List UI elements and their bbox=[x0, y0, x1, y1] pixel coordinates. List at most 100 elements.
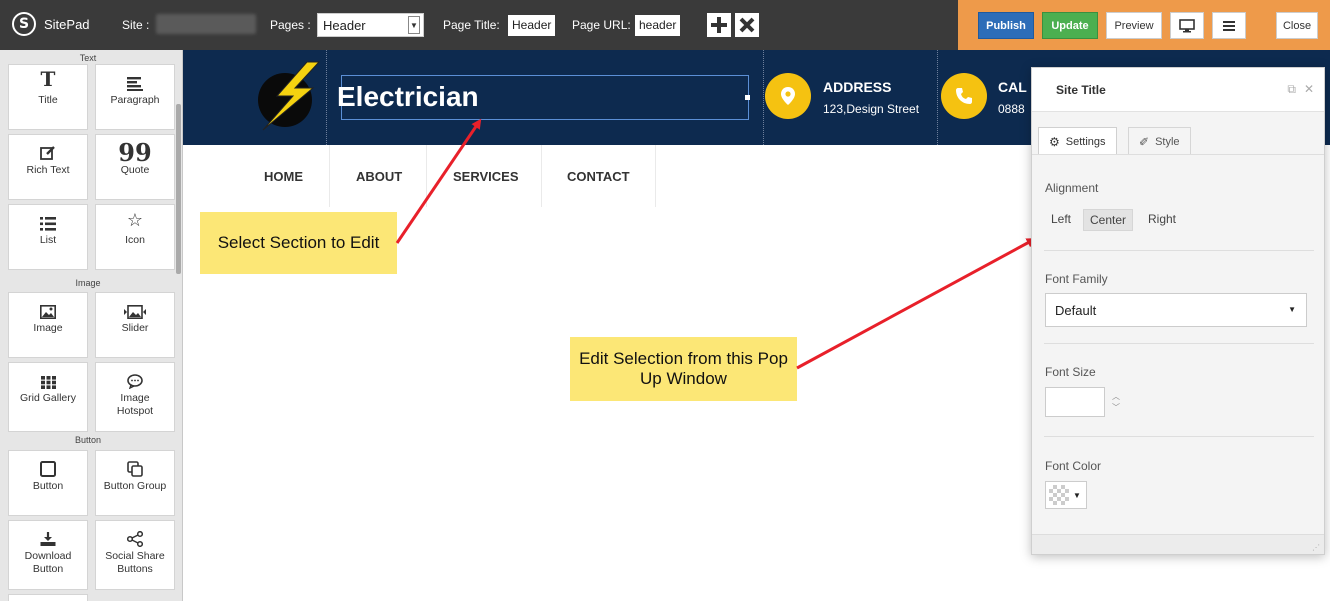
widget-quote[interactable]: 99 Quote bbox=[95, 134, 175, 200]
site-title-popup: Site Title ⧉ ✕ ⚙ Settings ✐ Style Alignme… bbox=[1031, 67, 1325, 555]
nav-divider bbox=[329, 145, 330, 207]
title-icon: T bbox=[40, 67, 56, 91]
page-title-field[interactable]: Header bbox=[508, 15, 556, 36]
align-left-option[interactable]: Left bbox=[1045, 209, 1077, 229]
delete-page-button[interactable] bbox=[735, 13, 759, 37]
popup-header[interactable]: Site Title ⧉ ✕ bbox=[1032, 68, 1324, 112]
pages-select[interactable]: Header ▼ bbox=[317, 13, 424, 37]
divider bbox=[1044, 436, 1314, 437]
site-name-redacted[interactable] bbox=[156, 14, 256, 34]
sitepad-logo[interactable]: S SitePad bbox=[12, 12, 90, 36]
pages-select-value: Header bbox=[323, 17, 366, 33]
widget-label: Paragraph bbox=[110, 94, 160, 106]
sitepad-editor: S SitePad Site : Pages : Header ▼ Page T… bbox=[0, 0, 1330, 601]
section-title-text: Text bbox=[79, 53, 97, 63]
tab-style[interactable]: ✐ Style bbox=[1128, 127, 1191, 155]
address-value: 123,Design Street bbox=[823, 102, 920, 116]
menu-button[interactable] bbox=[1212, 12, 1246, 39]
widget-label: Button Group bbox=[103, 480, 167, 492]
nav-services[interactable]: SERVICES bbox=[453, 169, 519, 184]
desktop-view-button[interactable] bbox=[1170, 12, 1204, 39]
align-center-option[interactable]: Center bbox=[1083, 209, 1134, 231]
widget-button[interactable]: Button bbox=[8, 450, 88, 516]
preview-button[interactable]: Preview bbox=[1106, 12, 1162, 39]
page-url-label: Page URL: bbox=[572, 18, 631, 32]
widget-button-group[interactable]: Button Group bbox=[95, 450, 175, 516]
chevron-down-icon[interactable]: ﹀ bbox=[1112, 402, 1120, 413]
chevron-up-icon[interactable]: ︿ bbox=[1112, 391, 1120, 402]
popup-header-icons: ⧉ ✕ bbox=[1287, 82, 1314, 97]
tab-settings[interactable]: ⚙ Settings bbox=[1038, 127, 1117, 155]
widget-slider[interactable]: Slider bbox=[95, 292, 175, 358]
widget-label: Title bbox=[38, 94, 58, 106]
map-pin-icon bbox=[781, 87, 795, 105]
grid-icon bbox=[40, 363, 56, 389]
widget-label: Social Share Buttons bbox=[105, 550, 165, 575]
sitepad-logo-icon: S bbox=[12, 12, 36, 36]
gear-icon: ⚙ bbox=[1049, 134, 1060, 149]
image-icon bbox=[40, 293, 56, 319]
monitor-icon bbox=[1179, 18, 1195, 32]
nav-divider bbox=[541, 145, 542, 207]
font-color-picker[interactable]: ▼ bbox=[1045, 481, 1087, 509]
tab-baseline bbox=[1032, 154, 1324, 155]
widget-grid-gallery[interactable]: Grid Gallery bbox=[8, 362, 88, 432]
star-icon: ☆ bbox=[126, 210, 144, 231]
font-color-label: Font Color bbox=[1045, 459, 1102, 473]
edit-icon bbox=[40, 135, 56, 161]
callout-select-section: Select Section to Edit bbox=[200, 212, 397, 274]
plus-icon bbox=[711, 17, 727, 33]
nav-about[interactable]: ABOUT bbox=[356, 169, 402, 184]
site-label: Site : bbox=[122, 18, 150, 32]
widget-rich-text[interactable]: Rich Text bbox=[8, 134, 88, 200]
font-family-select[interactable]: Default ▼ bbox=[1045, 293, 1307, 327]
site-title[interactable]: Electrician bbox=[337, 81, 479, 113]
nav-contact[interactable]: CONTACT bbox=[567, 169, 630, 184]
resize-handle[interactable] bbox=[745, 95, 750, 100]
widget-image[interactable]: Image bbox=[8, 292, 88, 358]
hamburger-icon bbox=[1223, 20, 1235, 31]
widget-image-hotspot[interactable]: Image Hotspot bbox=[95, 362, 175, 432]
close-icon[interactable]: ✕ bbox=[1304, 82, 1314, 96]
font-size-label: Font Size bbox=[1045, 365, 1096, 379]
align-right-option[interactable]: Right bbox=[1142, 209, 1182, 229]
page-title-label: Page Title: bbox=[443, 18, 500, 32]
phone-icon bbox=[956, 88, 972, 104]
publish-button[interactable]: Publish bbox=[978, 12, 1034, 39]
widget-paragraph[interactable]: Paragraph bbox=[95, 64, 175, 130]
resize-grip-icon[interactable]: ⋰ bbox=[1312, 543, 1320, 552]
widget-label: Image bbox=[33, 322, 63, 334]
widget-panel: Text T Title Paragraph Rich Text 99 Quot… bbox=[0, 50, 183, 601]
widget-download-button[interactable]: Download Button bbox=[8, 520, 88, 590]
copy-icon bbox=[127, 451, 143, 477]
transparent-swatch-icon bbox=[1049, 485, 1069, 505]
nav-home[interactable]: HOME bbox=[264, 169, 303, 184]
call-badge bbox=[941, 73, 987, 119]
widget-title[interactable]: T Title bbox=[8, 64, 88, 130]
list-icon bbox=[40, 205, 56, 231]
call-label: CAL bbox=[998, 79, 1027, 95]
widget-label: Slider bbox=[121, 322, 149, 334]
page-url-field[interactable]: header bbox=[635, 15, 681, 36]
share-icon bbox=[127, 521, 143, 547]
tab-style-label: Style bbox=[1155, 135, 1180, 148]
widget-next-partial[interactable] bbox=[8, 594, 88, 601]
divider bbox=[1044, 250, 1314, 251]
action-bar: Publish Update Preview Close bbox=[958, 0, 1330, 50]
add-page-button[interactable] bbox=[707, 13, 731, 37]
close-editor-button[interactable]: Close bbox=[1276, 12, 1318, 39]
paragraph-icon bbox=[127, 65, 143, 91]
font-size-input[interactable] bbox=[1045, 387, 1105, 417]
widget-social-share[interactable]: Social Share Buttons bbox=[95, 520, 175, 590]
widget-panel-scrollbar[interactable] bbox=[176, 104, 181, 274]
detach-icon[interactable]: ⧉ bbox=[1287, 82, 1296, 96]
font-size-stepper[interactable]: ︿ ﹀ bbox=[1106, 387, 1126, 417]
column-guide bbox=[763, 50, 764, 145]
font-family-label: Font Family bbox=[1045, 272, 1108, 286]
widget-icon[interactable]: ☆ Icon bbox=[95, 204, 175, 270]
update-button[interactable]: Update bbox=[1042, 12, 1098, 39]
widget-label: Image Hotspot bbox=[116, 392, 154, 417]
widget-list[interactable]: List bbox=[8, 204, 88, 270]
lightning-logo-icon[interactable] bbox=[255, 60, 330, 135]
nav-divider bbox=[655, 145, 656, 207]
